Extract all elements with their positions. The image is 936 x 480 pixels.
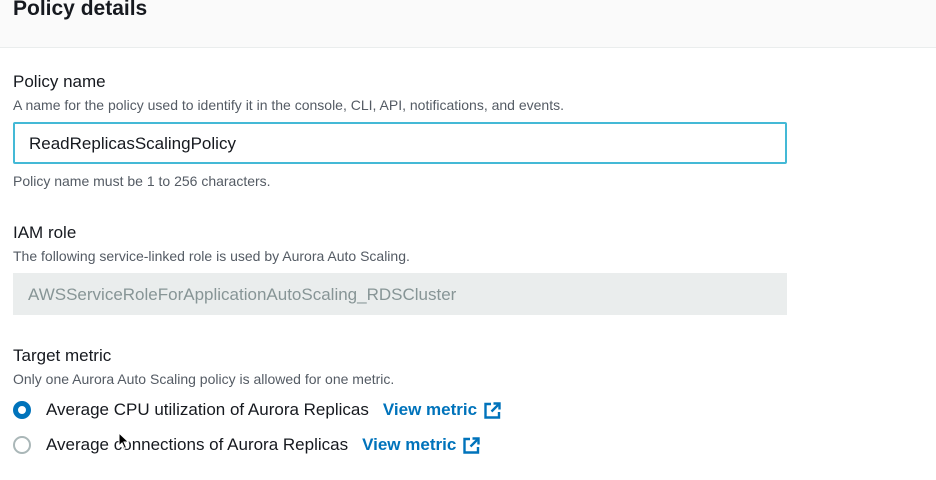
view-metric-cpu-text: View metric [382, 400, 478, 419]
iam-role-description: The following service-linked role is use… [13, 248, 410, 264]
metric-option-connections[interactable]: Average connections of Aurora Replicas V… [13, 434, 481, 456]
mouse-pointer-icon [118, 432, 130, 450]
view-metric-connections-text: View metric [362, 435, 457, 454]
view-metric-cpu-link[interactable]: View metric [383, 400, 502, 420]
policy-name-constraint: Policy name must be 1 to 256 characters. [13, 173, 271, 189]
radio-connections[interactable] [13, 436, 31, 454]
external-link-icon [463, 436, 480, 454]
external-link-icon [484, 401, 501, 419]
target-metric-description: Only one Aurora Auto Scaling policy is a… [13, 371, 395, 387]
policy-name-input[interactable]: ReadReplicasScalingPolicy [13, 122, 787, 164]
policy-name-description: A name for the policy used to identify i… [13, 97, 564, 113]
iam-role-value: AWSServiceRoleForApplicationAutoScaling_… [28, 285, 457, 304]
iam-role-label: IAM role [13, 223, 77, 242]
radio-cpu-utilization[interactable] [13, 401, 31, 419]
iam-role-field: AWSServiceRoleForApplicationAutoScaling_… [13, 273, 787, 315]
section-header: Policy details [0, 0, 936, 48]
policy-name-label: Policy name [13, 72, 106, 91]
metric-option-cpu-label: Average CPU utilization of Aurora Replic… [46, 400, 369, 419]
metric-option-connections-label: Average connections of Aurora Replicas [46, 435, 349, 454]
view-metric-connections-link[interactable]: View metric [362, 435, 481, 455]
policy-name-value: ReadReplicasScalingPolicy [29, 134, 236, 153]
metric-option-cpu[interactable]: Average CPU utilization of Aurora Replic… [13, 399, 502, 421]
page-title: Policy details [13, 0, 148, 20]
target-metric-label: Target metric [13, 346, 112, 365]
